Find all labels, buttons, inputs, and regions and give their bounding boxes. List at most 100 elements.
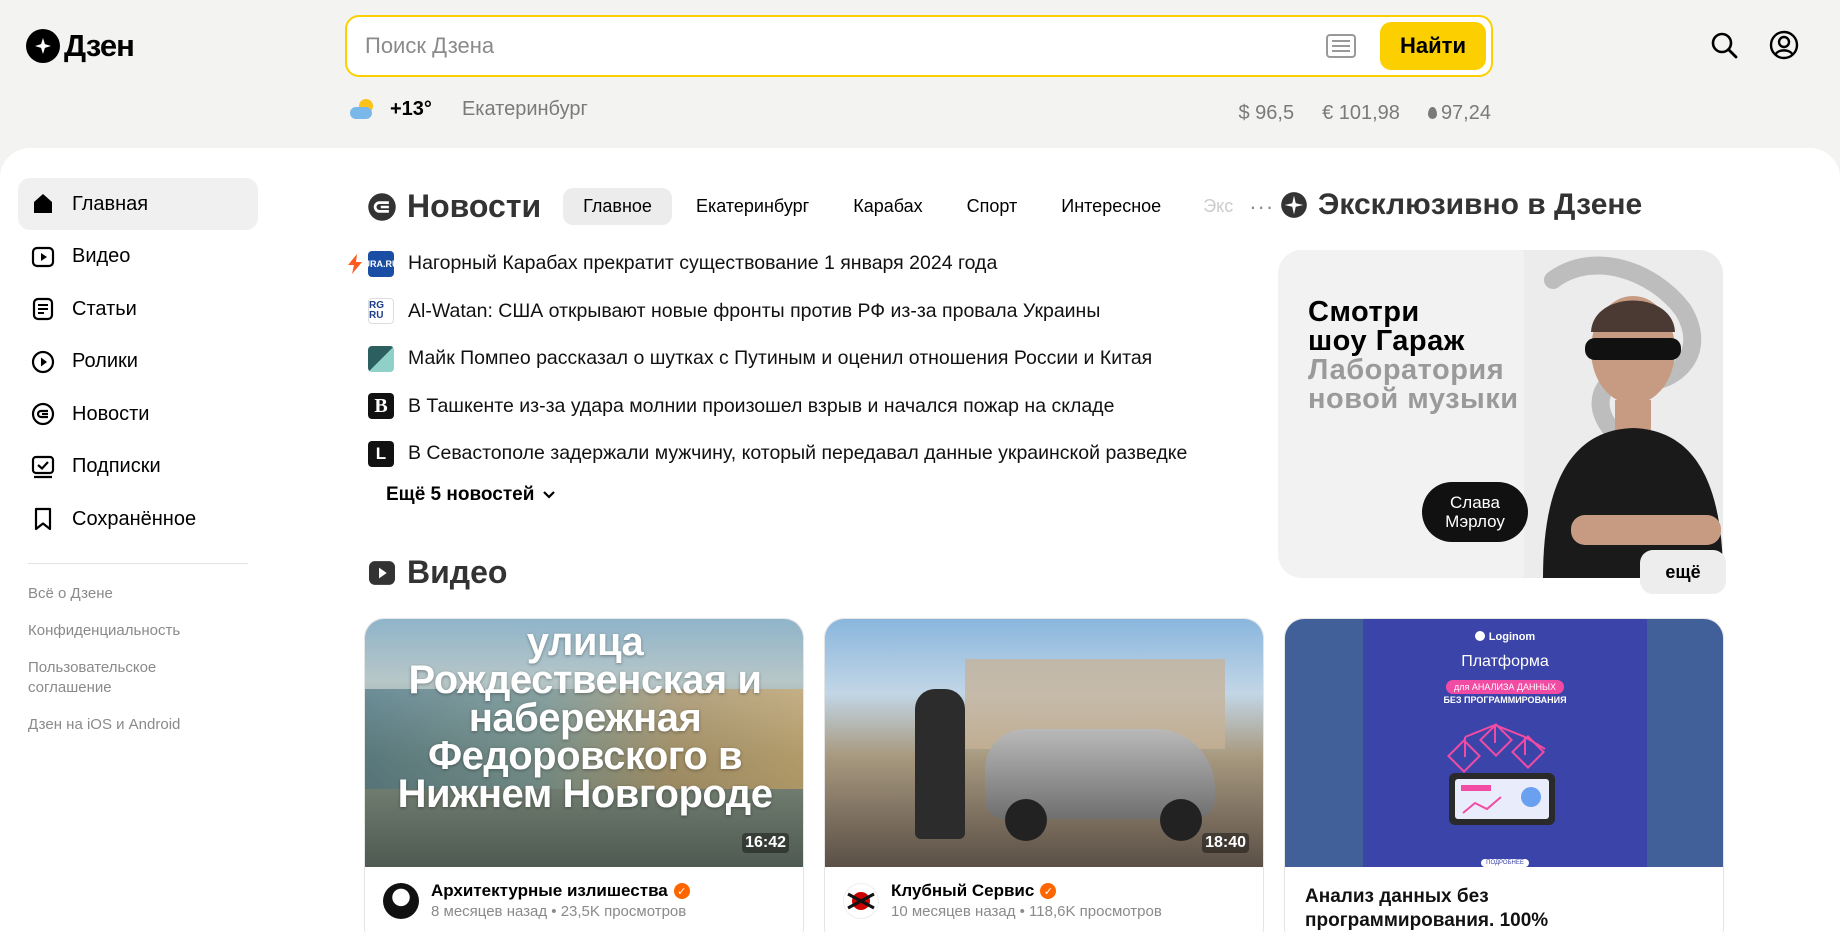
channel-logo-icon bbox=[847, 891, 875, 910]
profile-icon[interactable] bbox=[1769, 30, 1799, 60]
news-headline: В Севастополе задержали мужчину, который… bbox=[408, 442, 1188, 465]
ad-title: Платформа bbox=[1461, 653, 1549, 670]
article-icon bbox=[30, 296, 56, 322]
search-button[interactable]: Найти bbox=[1380, 22, 1486, 70]
news-section-icon bbox=[368, 192, 396, 221]
ad-illustration bbox=[1447, 723, 1555, 825]
channel-name-text: Клубный Сервис bbox=[891, 881, 1035, 900]
source-icon bbox=[368, 345, 394, 372]
verified-icon: ✓ bbox=[673, 883, 690, 899]
oil-drop-icon bbox=[1427, 107, 1437, 119]
source-ura-icon: URA.RU bbox=[364, 250, 399, 277]
news-title[interactable]: Новости bbox=[367, 188, 541, 225]
ad-pill-row: для АНАЛИЗА ДАННЫХ bbox=[1285, 677, 1723, 695]
news-item[interactable]: L В Севастополе задержали мужчину, котор… bbox=[348, 430, 1248, 478]
weather-icon bbox=[350, 98, 376, 121]
sidebar-item-subscriptions[interactable]: Подписки bbox=[18, 441, 258, 493]
news-item[interactable]: Майк Помпео рассказал о шутках с Путиным… bbox=[348, 335, 1248, 383]
search-bar: Найти bbox=[345, 15, 1493, 77]
news-title-text: Новости bbox=[407, 188, 542, 224]
ad-more-button[interactable]: ПОДРОБНЕЕ bbox=[1481, 859, 1529, 867]
news-item[interactable]: B В Ташкенте из-за удара молнии произоше… bbox=[348, 383, 1248, 431]
search-icon[interactable] bbox=[1709, 30, 1739, 60]
exclusive-title[interactable]: Эксклюзивно в Дзене bbox=[1280, 188, 1642, 222]
footer-link-terms[interactable]: Пользовательское соглашение bbox=[18, 658, 178, 698]
sidebar-item-label: Ролики bbox=[72, 350, 138, 372]
ad-card[interactable]: Loginom Платформа для АНАЛИЗА ДАННЫХ БЕЗ… bbox=[1284, 618, 1724, 932]
currency-rates[interactable]: $ 96,5 € 101,98 97,24 bbox=[1238, 102, 1491, 125]
banner-line: Лаборатория bbox=[1308, 354, 1505, 386]
video-grid: улица Рождественская и набережная Федоро… bbox=[364, 618, 1724, 932]
video-section-icon bbox=[369, 560, 395, 585]
footer-link-privacy[interactable]: Конфиденциальность bbox=[18, 621, 258, 641]
search-input[interactable] bbox=[347, 33, 1326, 59]
sidebar-item-label: Подписки bbox=[72, 455, 161, 477]
banner-line: Смотри bbox=[1308, 296, 1420, 328]
video-title-text: Видео bbox=[407, 554, 508, 590]
chevron-down-icon bbox=[543, 490, 556, 499]
sidebar: Главная Видео Статьи Ролики Новости Подп… bbox=[18, 178, 258, 752]
video-icon bbox=[30, 244, 56, 270]
tab-karabakh[interactable]: Карабах bbox=[833, 188, 942, 225]
sidebar-item-label: Сохранённое bbox=[72, 507, 197, 530]
exclusive-banner[interactable]: Смотри шоу Гараж Лаборатория новой музык… bbox=[1278, 250, 1723, 578]
thumb-overlay-text: улица Рождественская и набережная Федоро… bbox=[397, 620, 773, 816]
sidebar-item-news[interactable]: Новости bbox=[18, 388, 258, 440]
home-icon bbox=[30, 191, 56, 217]
ad-pill: для АНАЛИЗА ДАННЫХ bbox=[1446, 680, 1564, 694]
ad-banner: Loginom Платформа для АНАЛИЗА ДАННЫХ БЕЗ… bbox=[1285, 619, 1723, 867]
dzen-logo-icon bbox=[26, 29, 60, 63]
verified-icon: ✓ bbox=[1040, 883, 1057, 899]
sidebar-item-articles[interactable]: Статьи bbox=[18, 283, 258, 335]
exclusive-title-text: Эксклюзивно в Дзене bbox=[1318, 188, 1643, 221]
channel-row: Архитектурные излишества ✓ 8 месяцев наза… bbox=[365, 867, 803, 932]
ad-brand-text: Loginom bbox=[1488, 631, 1536, 643]
channel-name[interactable]: Архитектурные излишества ✓ bbox=[431, 881, 690, 901]
shorts-icon bbox=[30, 349, 56, 375]
footer-link-about[interactable]: Всё о Дзене bbox=[18, 584, 258, 604]
video-card[interactable]: 18:40 Клубный Сервис ✓ 10 месяцев назад •… bbox=[824, 618, 1264, 932]
channel-avatar[interactable] bbox=[843, 882, 879, 919]
video-card[interactable]: улица Рождественская и набережная Федоро… bbox=[364, 618, 804, 932]
subscriptions-icon bbox=[30, 454, 56, 480]
dzen-star-icon bbox=[1281, 192, 1307, 218]
banner-line: новой музыки bbox=[1308, 383, 1519, 415]
footer-link-apps[interactable]: Дзен на iOS и Android bbox=[18, 715, 258, 735]
sidebar-item-saved[interactable]: Сохранённое bbox=[18, 493, 258, 545]
banner-tag: Слава Мэрлоу bbox=[1422, 482, 1528, 542]
news-item[interactable]: RG RU Al-Watan: США открывают новые фрон… bbox=[348, 288, 1248, 336]
sidebar-item-label: Видео bbox=[72, 245, 131, 267]
ad-brand: Loginom bbox=[1285, 631, 1723, 643]
logo-text: Дзен bbox=[64, 28, 135, 63]
tab-sport[interactable]: Спорт bbox=[947, 188, 1038, 225]
more-tabs-icon[interactable]: ··· bbox=[1249, 194, 1274, 220]
tab-ekaterinburg[interactable]: Екатеринбург bbox=[676, 188, 829, 225]
eur-rate: € 101,98 bbox=[1322, 102, 1400, 124]
ad-card-title: Анализ данных без программирования. 100% bbox=[1305, 886, 1549, 931]
news-headline: В Ташкенте из-за удара молнии произошел … bbox=[408, 394, 1115, 417]
channel-avatar[interactable] bbox=[383, 882, 419, 919]
sidebar-item-label: Новости bbox=[72, 402, 150, 425]
sidebar-item-home[interactable]: Главная bbox=[18, 178, 258, 230]
usd-rate: $ 96,5 bbox=[1238, 102, 1295, 124]
keyboard-icon[interactable] bbox=[1326, 34, 1356, 58]
dzen-logo[interactable]: Дзен bbox=[26, 28, 135, 64]
more-news-button[interactable]: Ещё 5 новостей bbox=[386, 484, 1248, 506]
sidebar-item-video[interactable]: Видео bbox=[18, 231, 258, 283]
tab-interesting[interactable]: Интересное bbox=[1041, 188, 1181, 225]
tab-main[interactable]: Главное bbox=[563, 188, 672, 225]
ad-subtitle: БЕЗ ПРОГРАММИРОВАНИЯ bbox=[1443, 695, 1567, 705]
weather-widget[interactable]: +13° Екатеринбург bbox=[350, 98, 588, 121]
banner-line: шоу Гараж bbox=[1308, 325, 1465, 357]
video-meta: 8 месяцев назад • 23,5K просмотров bbox=[431, 903, 687, 920]
more-news-label: Ещё 5 новостей bbox=[386, 483, 535, 505]
ad-button-row: ПОДРОБНЕЕ bbox=[1285, 851, 1723, 867]
source-b-icon: B bbox=[368, 393, 394, 420]
news-item[interactable]: URA.RU Нагорный Карабах прекратит сущест… bbox=[348, 240, 1248, 288]
sidebar-item-shorts[interactable]: Ролики bbox=[18, 336, 258, 388]
tab-faded[interactable]: Экс bbox=[1185, 188, 1237, 225]
video-more-button[interactable]: ещё bbox=[1640, 550, 1726, 594]
news-tabs: Главное Екатеринбург Карабах Спорт Интер… bbox=[563, 188, 1274, 225]
channel-name[interactable]: Клубный Сервис ✓ bbox=[891, 881, 1162, 901]
video-title[interactable]: Видео bbox=[367, 554, 507, 591]
